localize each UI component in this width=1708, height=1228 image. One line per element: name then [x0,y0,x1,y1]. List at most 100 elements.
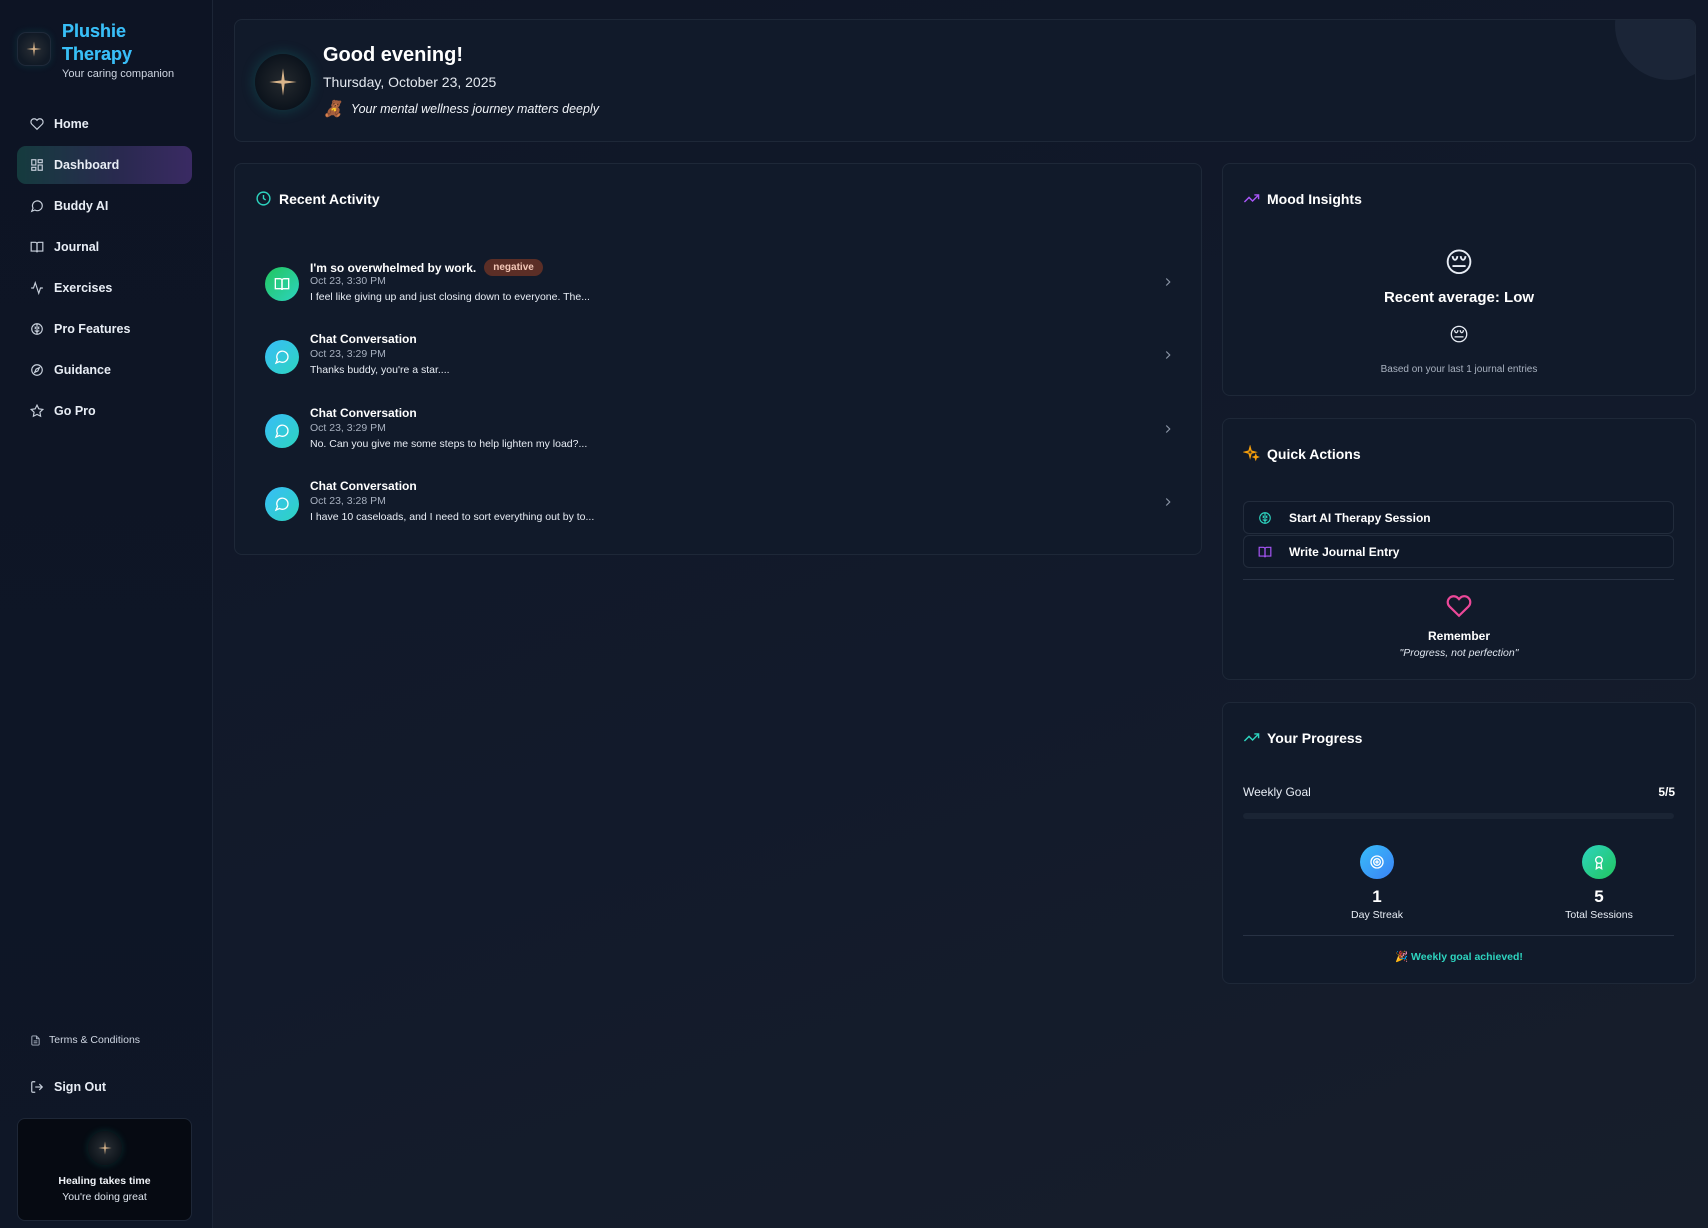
nav-label: Journal [54,240,100,254]
teddy-bear-icon: 🧸 [323,101,343,118]
mood-insights-header: Mood Insights [1243,190,1362,207]
nav-item-dashboard[interactable]: Dashboard [17,146,192,184]
greeting-title: Good evening! [323,44,463,66]
sign-out-label: Sign Out [54,1080,107,1094]
book-icon [30,241,44,253]
progress-card: Your Progress Weekly Goal 5/5 1 Day Stre… [1222,702,1696,984]
divider [1243,579,1674,580]
brain-icon [31,323,43,335]
activity-title: Chat Conversation [310,332,417,346]
nav-item-journal[interactable]: Journal [17,228,192,266]
nav-item-exercises[interactable]: Exercises [17,269,192,307]
log-out-icon [31,1081,44,1093]
sidebar: Plushie Therapy Your caring companion Ho… [0,0,213,1228]
heart-icon [30,118,44,131]
sparkles-icon [1243,445,1260,462]
mood-emoji-small: 😔 [1449,325,1469,346]
terms-label: Terms & Conditions [49,1034,141,1046]
remember-quote: "Progress, not perfection" [1399,647,1519,659]
healing-subtitle: You're doing great [62,1191,147,1203]
start-ai-therapy-button[interactable]: Start AI Therapy Session [1243,501,1674,534]
decorative-circle [1615,20,1695,80]
heart-icon [1446,595,1472,618]
book-icon [1258,546,1272,557]
activity-item[interactable]: I'm so overwhelmed by work. negative Oct… [265,259,1175,319]
remember-title: Remember [1427,629,1491,643]
sentiment-badge: negative [484,259,543,276]
quick-actions-header: Quick Actions [1243,445,1361,462]
chat-icon [265,487,299,521]
nav-item-home[interactable]: Home [17,105,192,143]
activity-title: I'm so overwhelmed by work. [310,260,477,275]
button-label: Write Journal Entry [1289,544,1400,559]
activity-preview: I feel like giving up and just closing d… [310,291,590,303]
activity-time: Oct 23, 3:28 PM [310,495,386,507]
chat-icon [265,414,299,448]
activity-time: Oct 23, 3:29 PM [310,422,386,434]
brand-name-line2: Therapy [62,43,174,66]
write-journal-button[interactable]: Write Journal Entry [1243,535,1674,568]
streak-label: Day Streak [1351,909,1403,921]
target-icon [1360,845,1394,879]
chevron-right-icon [1165,498,1171,506]
trending-up-icon [1243,194,1260,203]
document-icon [31,1034,40,1046]
card-title: Your Progress [1267,729,1363,746]
chat-icon [265,340,299,374]
mood-insights-card: Mood Insights 😔 Recent average: Low 😔 Ba… [1222,163,1696,396]
weekly-goal-value: 5/5 [1658,785,1675,799]
progress-fill [1243,813,1674,819]
recent-activity-header: Recent Activity [255,190,380,207]
terms-link[interactable]: Terms & Conditions [17,1030,192,1050]
healing-title: Healing takes time [58,1175,151,1187]
motto: 🧸 Your mental wellness journey matters d… [323,99,599,119]
nav-label: Go Pro [54,404,96,418]
dashboard-icon [31,159,43,171]
activity-title: Chat Conversation [310,406,417,420]
brand[interactable]: Plushie Therapy Your caring companion [17,20,174,80]
activity-time: Oct 23, 3:29 PM [310,348,386,360]
streak-value: 1 [1372,887,1382,906]
activity-time: Oct 23, 3:30 PM [310,275,386,287]
progress-header: Your Progress [1243,729,1362,746]
activity-item[interactable]: Chat Conversation Oct 23, 3:29 PM No. Ca… [265,406,1175,466]
current-date: Thursday, October 23, 2025 [323,74,497,90]
compass-icon [31,364,43,376]
journal-icon [265,267,299,301]
weekly-goal-progress-bar [1243,813,1674,819]
activity-title: Chat Conversation [310,479,417,493]
greeting-card: Good evening! Thursday, October 23, 2025… [234,19,1696,142]
day-streak-stat: 1 Day Streak [1307,845,1447,921]
goal-achieved-message: 🎉 Weekly goal achieved! [1395,951,1523,963]
nav-label: Guidance [54,363,111,377]
mood-emoji: 😔 [1444,247,1474,278]
recent-activity-card: Recent Activity I'm so overwhelmed by wo… [234,163,1202,555]
chevron-right-icon [1165,425,1171,433]
activity-item[interactable]: Chat Conversation Oct 23, 3:28 PM I have… [265,479,1175,539]
weekly-goal-label: Weekly Goal [1243,785,1311,799]
activity-item[interactable]: Chat Conversation Oct 23, 3:29 PM Thanks… [265,332,1175,392]
activity-preview: No. Can you give me some steps to help l… [310,438,588,450]
nav-item-buddy-ai[interactable]: Buddy AI [17,187,192,225]
nav-item-pro-features[interactable]: Pro Features [17,310,192,348]
button-label: Start AI Therapy Session [1289,510,1431,525]
divider [1243,935,1674,936]
healing-card: Healing takes time You're doing great [17,1118,192,1221]
chevron-right-icon [1165,278,1171,286]
nav-label: Pro Features [54,322,131,336]
nav-item-guidance[interactable]: Guidance [17,351,192,389]
sign-out-button[interactable]: Sign Out [17,1072,192,1102]
card-title: Mood Insights [1267,190,1362,207]
activity-preview: Thanks buddy, you're a star.... [310,364,450,376]
nav-item-go-pro[interactable]: Go Pro [17,392,192,430]
brand-name-line1: Plushie [62,20,174,43]
motto-text: Your mental wellness journey matters dee… [350,102,599,116]
nav-label: Exercises [54,281,113,295]
sessions-value: 5 [1594,887,1604,906]
clock-icon [256,191,271,206]
nav-label: Dashboard [54,158,120,172]
activity-icon [31,281,43,295]
activity-preview: I have 10 caseloads, and I need to sort … [310,511,595,523]
brand-tagline: Your caring companion [62,68,175,80]
card-title: Quick Actions [1267,445,1361,462]
